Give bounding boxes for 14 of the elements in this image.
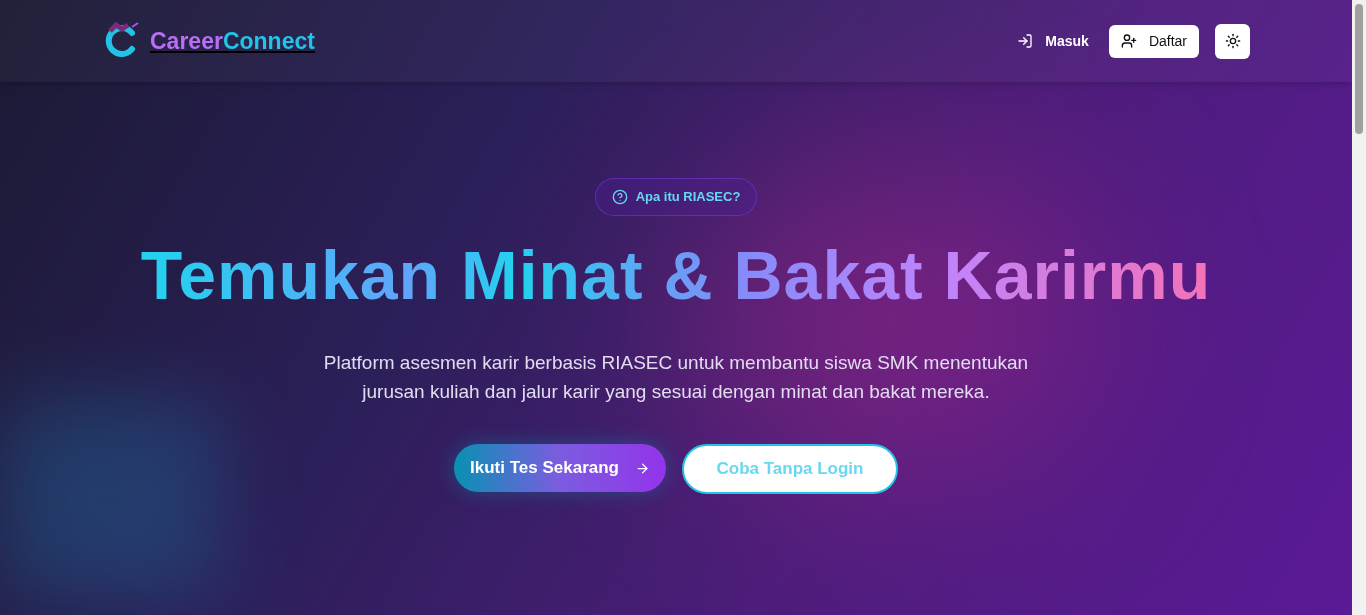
scrollbar-thumb[interactable] [1355, 4, 1363, 134]
theme-toggle-button[interactable] [1215, 23, 1250, 59]
user-plus-icon [1120, 33, 1137, 49]
hero-description: Platform asesmen karir berbasis RIASEC untuk membantu siswa SMK menentukan jurusan kuliah dan jalur karir yang sesuai dengan minat dan bakat mereka. [322, 351, 1030, 404]
brand-logo-link[interactable]: CareerConnect [102, 21, 315, 61]
arrow-right-icon [635, 460, 650, 476]
sun-icon [1224, 33, 1241, 49]
register-button[interactable]: Daftar [1108, 24, 1199, 58]
login-icon [1017, 33, 1034, 49]
help-icon [611, 189, 628, 205]
brand-name: CareerConnect [150, 27, 315, 54]
start-test-button[interactable]: Ikuti Tes Sekarang [454, 444, 666, 492]
riasec-info-badge[interactable]: Apa itu RIASEC? [594, 178, 758, 216]
login-button[interactable]: Masuk [1009, 24, 1097, 58]
